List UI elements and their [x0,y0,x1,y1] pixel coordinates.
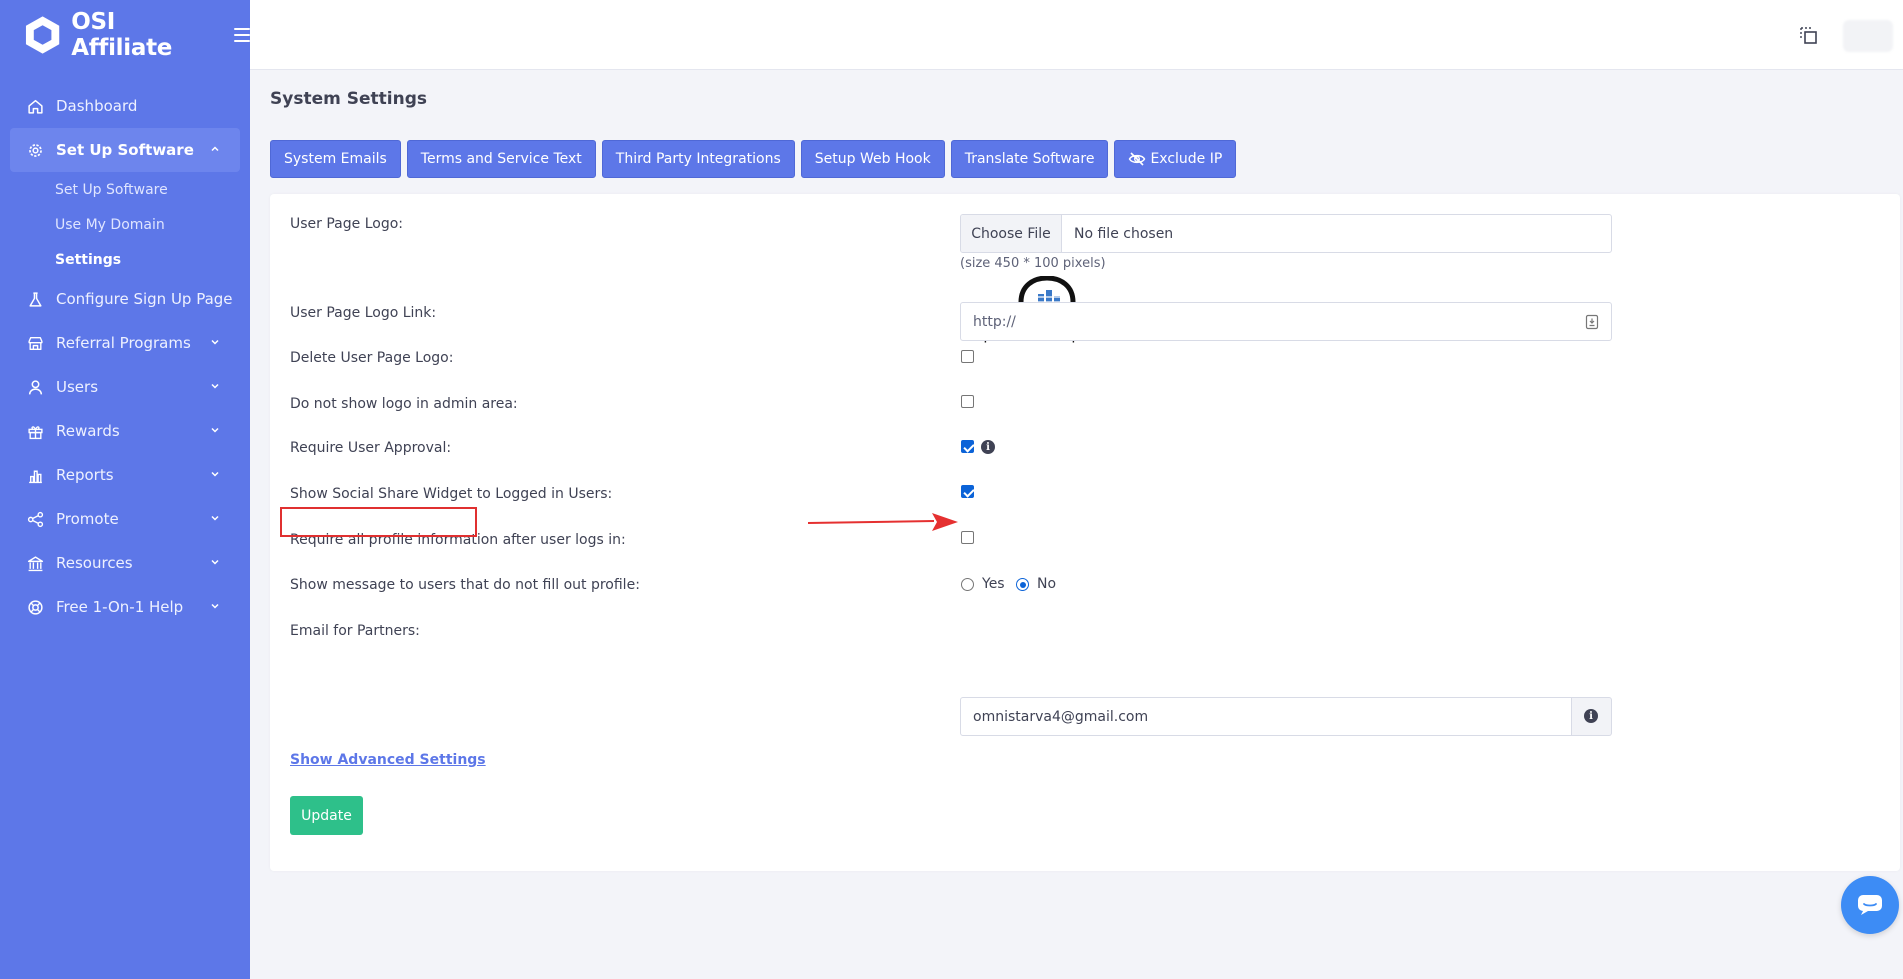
delete-logo-checkbox[interactable] [961,350,974,363]
user-page-logo-file-input[interactable]: Choose File No file chosen [960,214,1612,253]
show-message-yes-radio[interactable] [961,578,974,591]
user-icon [27,379,44,396]
tab-exclude-ip[interactable]: Exclude IP [1114,140,1237,178]
sidebar-subitem-settings[interactable]: Settings [0,242,250,277]
chevron-up-icon [211,146,219,152]
annotation-highlight-box [280,507,477,537]
sidebar-item-label: Reports [56,466,114,484]
sidebar-item-configure-sign-up-page[interactable]: Configure Sign Up Page [0,277,250,321]
chat-support-button[interactable] [1841,876,1899,934]
tab-third-party-integrations[interactable]: Third Party Integrations [601,140,795,178]
show-message-yes-label: Yes [982,576,1005,592]
email-info-button[interactable]: i [1572,697,1612,736]
chat-icon [1858,895,1882,915]
social-share-checkbox[interactable] [961,485,974,498]
chevron-down-icon [211,515,219,521]
email-partners-input[interactable]: omnistarva4@gmail.com [960,697,1572,736]
show-advanced-settings-link[interactable]: Show Advanced Settings [290,752,486,768]
show-message-label: Show message to users that do not fill o… [290,577,640,593]
chevron-down-icon [211,427,219,433]
sidebar-item-reports[interactable]: Reports [0,453,250,497]
require-approval-checkbox[interactable] [961,440,974,453]
file-status-text: No file chosen [1074,225,1174,242]
update-button[interactable]: Update [290,796,363,835]
logo-link-label: User Page Logo Link: [290,305,437,321]
flask-icon [27,291,44,308]
sidebar-item-label: Resources [56,554,133,572]
share-icon [27,511,44,528]
hamburger-menu-icon[interactable] [234,28,250,42]
require-approval-label: Require User Approval: [290,440,452,456]
sidebar-item-label: Promote [56,510,119,528]
sidebar-subitem-set-up-software[interactable]: Set Up Software [0,172,250,207]
avatar[interactable] [1843,20,1893,52]
social-share-label: Show Social Share Widget to Logged in Us… [290,486,613,502]
chevron-down-icon [211,471,219,477]
lifebuoy-icon [27,599,44,616]
sidebar-subitem-use-my-domain[interactable]: Use My Domain [0,207,250,242]
bank-icon [27,555,44,572]
chevron-down-icon [211,383,219,389]
hexagon-logo-icon [25,16,60,54]
chevron-down-icon [211,603,219,609]
choose-file-button[interactable]: Choose File [961,215,1062,252]
info-icon[interactable]: i [981,440,995,454]
sidebar-item-rewards[interactable]: Rewards [0,409,250,453]
store-icon [27,335,44,352]
sidebar-item-label: Free 1-On-1 Help [56,598,184,616]
chevron-down-icon [211,559,219,565]
logo-link-input[interactable]: http:// [960,302,1612,341]
tab-system-emails[interactable]: System Emails [270,140,401,178]
sidebar-item-label: Referral Programs [56,334,191,352]
logo-size-hint: (size 450 * 100 pixels) [960,256,1106,271]
sidebar: OSI Affiliate Dashboard Set Up Software … [0,0,250,979]
brand-name: OSI Affiliate [71,9,173,61]
tab-setup-web-hook[interactable]: Setup Web Hook [800,140,945,178]
sidebar-nav: Dashboard Set Up Software Set Up Softwar… [0,84,250,629]
chevron-down-icon [211,339,219,345]
sidebar-item-dashboard[interactable]: Dashboard [0,84,250,128]
logo-link-value: http:// [973,313,1016,330]
user-page-logo-label: User Page Logo: [290,216,403,232]
sidebar-item-label: Dashboard [56,97,138,115]
tab-translate-software[interactable]: Translate Software [950,140,1109,178]
gift-icon [27,423,44,440]
email-partners-label: Email for Partners: [290,623,420,639]
sidebar-item-free-help[interactable]: Free 1-On-1 Help [0,585,250,629]
delete-logo-label: Delete User Page Logo: [290,350,454,366]
tab-label: Exclude IP [1150,151,1223,167]
autofill-icon[interactable] [1585,314,1599,330]
require-profile-checkbox[interactable] [961,531,974,544]
tab-terms-and-service-text[interactable]: Terms and Service Text [406,140,596,178]
settings-form-card: User Page Logo: Choose File No file chos… [270,194,1900,871]
sidebar-item-label: Users [56,378,99,396]
copy-icon[interactable] [1799,26,1819,46]
brand: OSI Affiliate [0,0,250,70]
sidebar-item-resources[interactable]: Resources [0,541,250,585]
top-header [250,0,1903,70]
sidebar-item-set-up-software[interactable]: Set Up Software [10,128,240,172]
bar-chart-icon [27,467,44,484]
info-icon: i [1584,709,1598,723]
hide-logo-admin-checkbox[interactable] [961,395,974,408]
email-partners-group: omnistarva4@gmail.com i [960,697,1612,736]
sidebar-item-label: Configure Sign Up Page [56,290,233,308]
sidebar-item-label: Rewards [56,422,120,440]
sidebar-item-referral-programs[interactable]: Referral Programs [0,321,250,365]
eye-slash-icon [1129,152,1146,166]
home-icon [27,98,44,115]
show-message-no-label: No [1037,576,1057,592]
show-message-no-radio[interactable] [1016,578,1029,591]
hide-logo-admin-label: Do not show logo in admin area: [290,396,518,412]
annotation-arrow-icon [808,513,958,531]
sidebar-item-label: Set Up Software [56,141,194,159]
gear-icon [27,142,44,159]
page-title: System Settings [270,89,427,109]
sidebar-item-users[interactable]: Users [0,365,250,409]
settings-tabs: System Emails Terms and Service Text Thi… [270,140,1237,178]
sidebar-item-promote[interactable]: Promote [0,497,250,541]
